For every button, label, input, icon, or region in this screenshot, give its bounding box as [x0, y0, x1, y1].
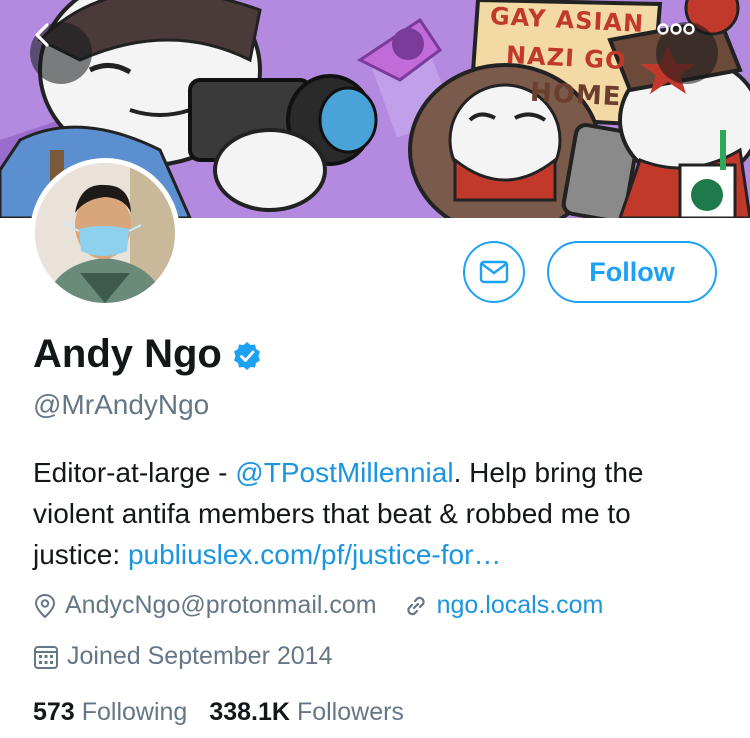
location-pin-icon — [34, 593, 56, 618]
joined-row: Joined September 2014 — [33, 642, 332, 671]
location-text: AndycNgo@protonmail.com — [65, 591, 377, 619]
followers-count: 338.1K — [209, 698, 290, 726]
followers-label: Followers — [296, 698, 404, 726]
chevron-left-icon — [35, 23, 49, 47]
bio-url-link[interactable]: publiuslex.com/pf/justice-for… — [128, 539, 501, 570]
profile-meta-row: AndycNgo@protonmail.com ngo.locals.com — [33, 591, 603, 620]
avatar-photo — [35, 163, 175, 303]
display-name: Andy Ngo — [33, 332, 222, 376]
bio-mention-link[interactable]: @TPostMillennial — [235, 457, 453, 488]
follow-stats: 573 Following 338.1K Followers — [33, 698, 404, 727]
following-label: Following — [81, 698, 188, 726]
verified-badge-icon — [233, 341, 260, 370]
joined-text: Joined September 2014 — [67, 642, 333, 670]
following-stat[interactable]: 573 Following — [33, 698, 187, 727]
envelope-icon — [479, 260, 509, 284]
bio-text: Editor-at-large - — [33, 457, 236, 488]
location-item: AndycNgo@protonmail.com — [33, 591, 377, 620]
website-link[interactable]: ngo.locals.com — [437, 591, 604, 620]
user-handle: @MrAndyNgo — [33, 389, 210, 420]
link-icon — [406, 596, 425, 615]
back-button[interactable] — [30, 22, 92, 84]
avatar[interactable] — [30, 158, 180, 308]
ellipsis-icon — [657, 23, 695, 35]
website-item[interactable]: ngo.locals.com — [403, 591, 604, 620]
banner-sign-text-line3: HOME — [529, 77, 623, 113]
joined-item: Joined September 2014 — [33, 642, 332, 671]
profile-bio: Editor-at-large - @TPostMillennial. Help… — [33, 452, 723, 575]
profile-name-row: Andy Ngo — [33, 332, 262, 377]
calendar-icon — [34, 645, 58, 669]
following-count: 573 — [33, 698, 75, 726]
follow-button[interactable]: Follow — [547, 241, 717, 303]
message-button[interactable] — [463, 241, 525, 303]
followers-stat[interactable]: 338.1K Followers — [209, 698, 404, 727]
more-options-button[interactable] — [656, 22, 718, 84]
